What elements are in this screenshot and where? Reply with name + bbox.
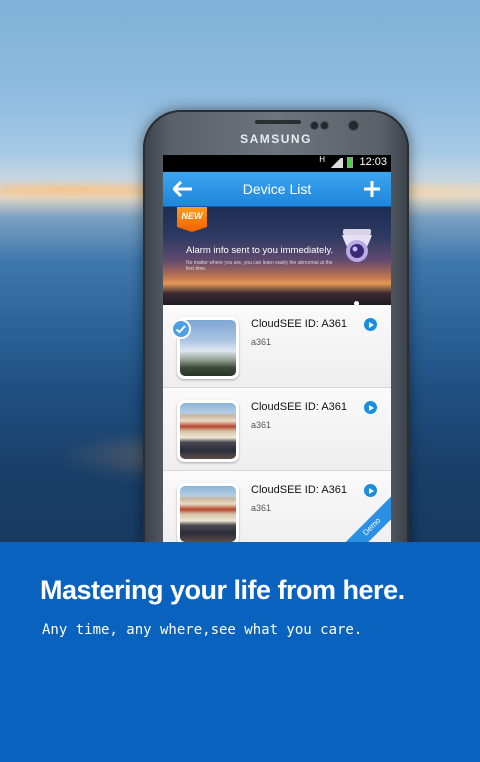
phone-brand: SAMSUNG xyxy=(240,132,312,146)
promo-headline: Mastering your life from here. xyxy=(40,575,405,605)
device-subtitle: a361 xyxy=(251,503,272,513)
device-row[interactable]: CloudSEE ID: A361 a361 xyxy=(163,305,391,388)
play-icon[interactable] xyxy=(364,318,377,331)
device-thumbnail xyxy=(177,400,239,462)
device-thumbnail xyxy=(177,483,239,545)
promo-tagline: Any time, any where,see what you care. xyxy=(42,622,363,638)
banner-subtext: No matter where you are, you can learn e… xyxy=(186,260,333,272)
phone-screen: H 12:03 Device List NEW Alarm info sent … xyxy=(163,155,391,570)
device-name: CloudSEE ID: A361 xyxy=(251,401,348,413)
device-list: CloudSEE ID: A361 a361 CloudSEE ID: A361… xyxy=(163,305,391,570)
phone-speaker xyxy=(255,120,301,124)
banner-headline: Alarm info sent to you immediately. xyxy=(186,245,334,256)
play-icon[interactable] xyxy=(364,484,377,497)
banner-pager[interactable] xyxy=(351,293,359,305)
device-row[interactable]: CloudSEE ID: A361 a361 xyxy=(163,388,391,471)
device-name: CloudSEE ID: A361 xyxy=(251,484,348,496)
phone-mockup: SAMSUNG H 12:03 Device List NEW Alarm in… xyxy=(143,110,409,570)
page-title: Device List xyxy=(242,181,312,197)
device-subtitle: a361 xyxy=(251,420,272,430)
app-header: Device List xyxy=(163,172,391,207)
add-device-icon[interactable] xyxy=(363,180,381,198)
device-name: CloudSEE ID: A361 xyxy=(251,318,348,330)
play-icon[interactable] xyxy=(364,401,377,414)
promo-panel: Mastering your life from here. Any time,… xyxy=(0,542,480,762)
signal-icon xyxy=(329,158,343,168)
device-subtitle: a361 xyxy=(251,337,272,347)
battery-icon xyxy=(347,157,353,168)
security-camera-icon xyxy=(342,229,372,262)
status-bar: H 12:03 xyxy=(163,155,391,171)
phone-sensor-icon xyxy=(321,122,328,129)
network-type: H xyxy=(319,155,325,164)
promo-banner[interactable]: NEW Alarm info sent to you immediately. … xyxy=(163,207,391,305)
phone-sensor-icon xyxy=(311,122,318,129)
phone-camera-icon xyxy=(349,121,358,130)
selected-check-icon xyxy=(171,319,191,339)
status-time: 12:03 xyxy=(359,156,387,168)
new-badge: NEW xyxy=(177,207,207,232)
